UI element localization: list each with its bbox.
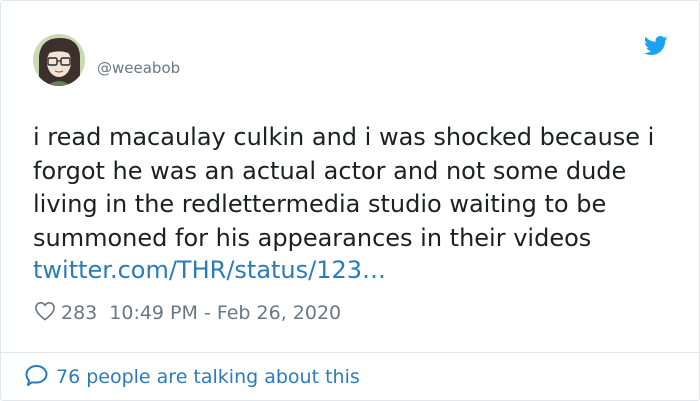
tweet-card: @weeabob i read macaulay culkin and i wa… — [0, 0, 700, 401]
conversation-link[interactable]: 76 people are talking about this — [25, 363, 360, 391]
tweet-text: i read macaulay culkin and i was shocked… — [33, 123, 655, 252]
timestamp[interactable]: 10:49 PM - Feb 26, 2020 — [109, 302, 341, 324]
conversation-label: 76 people are talking about this — [56, 366, 360, 388]
tweet-meta: 283 10:49 PM - Feb 26, 2020 — [34, 299, 341, 327]
speech-bubble-icon — [25, 364, 56, 391]
divider — [1, 352, 699, 353]
tweet-link[interactable]: twitter.com/THR/status/123… — [33, 254, 386, 288]
author-handle[interactable]: @weeabob — [97, 58, 180, 78]
heart-icon[interactable] — [34, 301, 61, 326]
twitter-bird-icon[interactable] — [643, 36, 668, 56]
avatar[interactable] — [33, 34, 85, 86]
like-count[interactable]: 283 — [61, 302, 97, 324]
avatar-image — [33, 34, 85, 86]
